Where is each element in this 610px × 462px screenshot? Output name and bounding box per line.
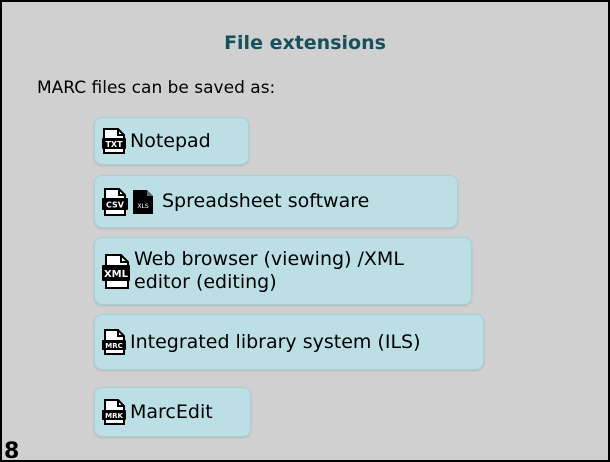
mrc-file-icon-text: MRC — [105, 342, 123, 350]
option-integrated-library-system: MRC Integrated library system (ILS) — [94, 314, 484, 370]
txt-file-icon-text: TXT — [105, 140, 123, 149]
xml-file-icon: XML — [101, 252, 131, 290]
option-label: Web browser (viewing) /XML editor (editi… — [134, 248, 404, 293]
option-notepad: TXT Notepad — [94, 117, 249, 165]
option-label: Spreadsheet software — [162, 190, 370, 213]
option-web-browser-xml-editor: XML Web browser (viewing) /XML editor (e… — [94, 237, 472, 305]
csv-file-icon-text: CSV — [106, 200, 125, 209]
intro-text: MARC files can be saved as: — [37, 78, 276, 98]
option-label: Integrated library system (ILS) — [130, 330, 421, 353]
mrk-file-icon-text: MRK — [105, 412, 123, 420]
slide-title: File extensions — [224, 32, 386, 54]
mrc-file-icon: MRC — [101, 328, 127, 356]
xls-file-icon: XLS — [132, 189, 154, 215]
xml-file-icon-text: XML — [104, 269, 129, 280]
option-spreadsheet-software: CSV XLS Spreadsheet software — [94, 175, 458, 228]
slide: File extensions MARC files can be saved … — [0, 0, 610, 462]
csv-file-icon: CSV — [101, 187, 129, 217]
mrk-file-icon: MRK — [101, 398, 127, 426]
page-number: 8 — [4, 439, 20, 462]
txt-file-icon: TXT — [101, 127, 127, 155]
option-marcedit: MRK MarcEdit — [94, 387, 251, 437]
option-label: Notepad — [130, 129, 211, 152]
option-label: MarcEdit — [130, 400, 213, 423]
xls-file-icon-text: XLS — [137, 203, 148, 210]
